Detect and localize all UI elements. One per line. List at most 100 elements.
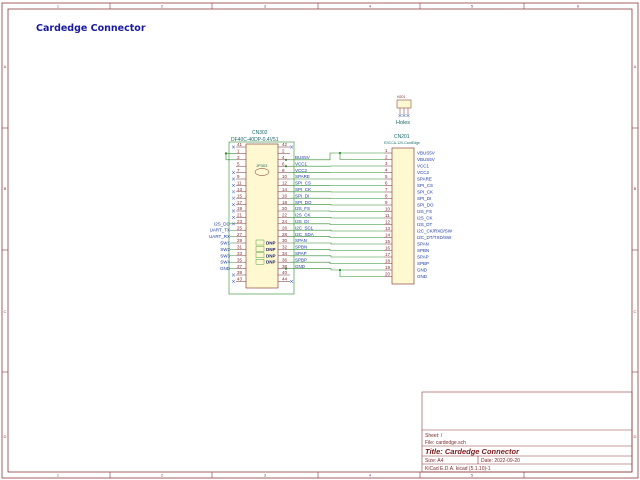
no-connect-mark xyxy=(231,190,236,194)
sheet-label: Sheet: / xyxy=(425,433,443,439)
cn201-net-label: SPBP xyxy=(417,261,429,266)
cn201-pin-number: 10 xyxy=(385,207,391,212)
cn302-pin-number: 39 xyxy=(237,270,243,275)
cn201-pin-number: 19 xyxy=(385,265,391,270)
cn302-pin-number: 5 xyxy=(237,161,240,166)
net-wire xyxy=(339,153,384,160)
cn201-net-label: SPAN xyxy=(417,242,429,247)
row-label: D xyxy=(634,434,637,439)
junction-dot xyxy=(338,268,342,272)
cn302-pin-number: 26 xyxy=(282,225,288,230)
cn302-pin-number: 14 xyxy=(282,187,288,192)
no-connect-mark xyxy=(231,215,236,220)
cn302-pin-number: 22 xyxy=(282,213,288,218)
net-label: SPARE xyxy=(295,174,310,179)
left-net-label: SW2 xyxy=(220,247,230,252)
cn201-net-label: SPBN xyxy=(417,248,429,253)
cn302-pin-number: 34 xyxy=(282,251,288,256)
cn302-pin-number: 23 xyxy=(237,219,243,224)
cn302-pin-number: 44 xyxy=(282,277,288,282)
cn201-body xyxy=(391,147,415,285)
col-label: 1 xyxy=(57,4,60,9)
cn201-pin-number: 8 xyxy=(385,194,388,199)
net-label: SPI_DO xyxy=(295,200,312,205)
net-wire xyxy=(290,223,384,225)
cn201-pin-number: 9 xyxy=(385,200,388,205)
cn302-pin-number: 6 xyxy=(282,161,285,166)
cn302-pin-number: 24 xyxy=(282,219,288,224)
col-label: 1 xyxy=(57,473,60,478)
cn201-pin-number: 18 xyxy=(385,259,391,264)
row-label: C xyxy=(634,309,637,314)
dnp-label: DNP xyxy=(266,247,276,252)
left-net-label: UART_RX xyxy=(209,234,230,239)
cn201-net-label: I2C_CK/RXD/SW xyxy=(417,229,453,234)
cn302-pin-number: 9 xyxy=(237,174,240,179)
inner-border xyxy=(7,8,633,473)
net-label: I2S_DI xyxy=(295,219,309,224)
cn201-pin-number: 14 xyxy=(385,233,391,238)
cn302-pin-number: 17 xyxy=(237,200,243,205)
cn201-pin-number: 13 xyxy=(385,226,391,231)
net-label: BUS5V xyxy=(295,155,310,160)
connector-cn302: CN302 DF40C-40DP-0.4V51 4113579111315171… xyxy=(228,130,295,295)
dnp-label: DNP xyxy=(266,260,276,265)
no-connect-mark xyxy=(231,279,236,284)
left-net-label: SW1 xyxy=(220,241,230,246)
left-net-label: GND xyxy=(220,266,231,271)
cn201-pin-number: 16 xyxy=(385,246,391,251)
cn302-pin-number: 3 xyxy=(237,155,240,160)
cn201-pin-number: 4 xyxy=(385,168,388,173)
net-label: SPI_DI xyxy=(295,193,309,198)
cn201-pin-number: 12 xyxy=(385,220,391,225)
cn302-pin-number: 37 xyxy=(237,264,243,269)
cn201-net-label: VBUS5V xyxy=(417,151,435,156)
cn302-pin-number: 10 xyxy=(282,174,288,179)
no-connect-mark xyxy=(231,196,236,200)
no-connect-mark xyxy=(231,145,236,149)
net-wire xyxy=(290,268,384,271)
no-connect-mark xyxy=(231,183,236,188)
holes-label: Holes xyxy=(396,120,410,126)
cn302-pin-number: 36 xyxy=(282,257,288,262)
cn201-net-label: GND xyxy=(417,268,428,273)
date-label: Date: 2022-09-20 xyxy=(481,458,520,464)
size-label: Size: A4 xyxy=(425,458,444,464)
no-connect-mark xyxy=(231,202,236,207)
schematic-sheet: 1 2 3 4 5 6 1 2 3 4 5 A B C D A B C D Sh… xyxy=(1,2,639,479)
cn201-ref: CN201 xyxy=(394,134,410,140)
cn201-net-label: SPI_DO xyxy=(417,203,434,208)
net-label: SPI_CK xyxy=(295,187,311,192)
cn302-pin-number: 41 xyxy=(237,142,243,147)
cn302-pin-number: 32 xyxy=(282,245,288,250)
cn302-pin-number: 16 xyxy=(282,193,288,198)
net-label: SPBP xyxy=(295,257,307,262)
no-connect-mark xyxy=(231,209,236,213)
col-label: 3 xyxy=(264,473,267,478)
cn201-net-label: SPAP xyxy=(417,255,429,260)
cn302-pin-number: 31 xyxy=(237,245,243,250)
no-connect-mark xyxy=(289,145,294,149)
cn201-value: ESCCA-120-CardEdge xyxy=(384,141,420,145)
cn201-pin-number: 6 xyxy=(385,181,388,186)
cn201-pin-number: 7 xyxy=(385,187,388,192)
no-connect-mark xyxy=(231,170,236,175)
cn302-pin-number: 7 xyxy=(237,168,240,173)
cn302-pin-number: 12 xyxy=(282,181,288,186)
left-net-label: I2S_DO xyxy=(214,221,231,226)
title-label: Title: Cardedge Connector xyxy=(425,447,520,456)
col-label: 4 xyxy=(369,4,372,9)
net-label: I2S_CK xyxy=(295,213,311,218)
row-label: C xyxy=(4,309,7,314)
col-label: 5 xyxy=(471,4,474,9)
net-label: SPBN xyxy=(295,245,307,250)
col-label: 6 xyxy=(577,4,580,9)
dnp-label: DNP xyxy=(266,253,276,258)
col-label: 3 xyxy=(264,4,267,9)
cn201-net-label: SPI_CK xyxy=(417,190,433,195)
row-label: B xyxy=(634,186,637,191)
junction-dot xyxy=(284,165,288,168)
col-label: 2 xyxy=(161,473,164,478)
net-wire xyxy=(290,217,384,219)
net-wire xyxy=(339,270,384,277)
